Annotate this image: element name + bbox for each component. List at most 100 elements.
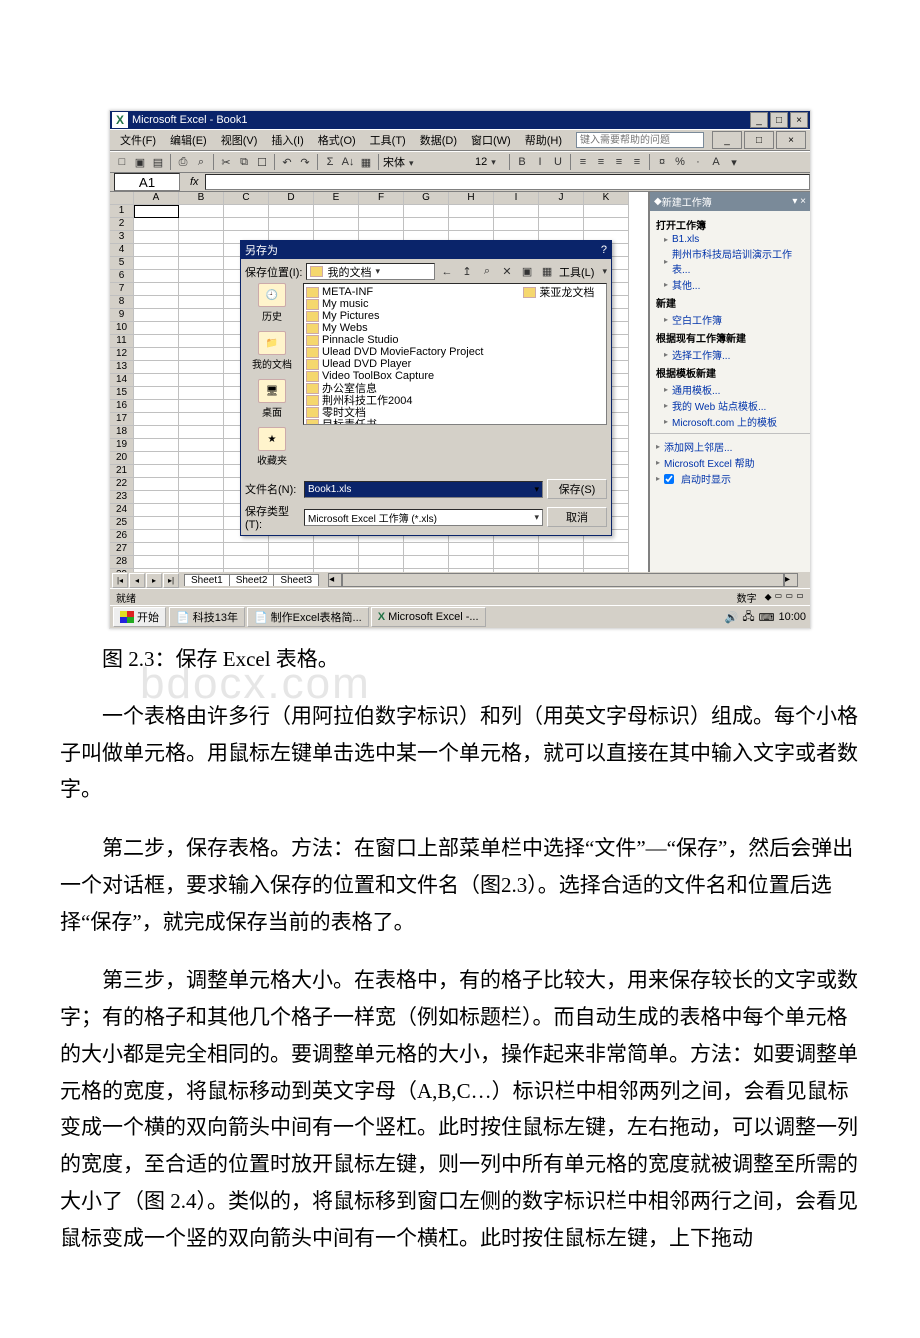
place-history[interactable]: 🕘历史 [245,283,299,323]
cell[interactable] [314,543,359,556]
cell[interactable] [449,556,494,569]
tray-icon[interactable]: ⌨ [759,611,775,624]
show-on-start-checkbox[interactable] [664,474,674,484]
cell[interactable] [224,218,269,231]
file-item[interactable]: My music [306,298,483,310]
formula-input[interactable] [205,174,810,190]
cell[interactable] [179,465,224,478]
row-header[interactable]: 6 [110,270,134,283]
close-button[interactable]: × [790,112,808,128]
cell[interactable] [584,205,629,218]
cell[interactable] [179,270,224,283]
align-left-icon[interactable]: ≡ [575,154,591,170]
sheet-nav-first-icon[interactable]: |◂ [112,573,128,588]
back-icon[interactable]: ← [439,264,455,280]
cell[interactable] [134,374,179,387]
chart-icon[interactable]: ▦ [358,154,374,170]
menu-window[interactable]: 窗口(W) [465,131,517,149]
cell[interactable] [134,517,179,530]
place-desktop[interactable]: 🖥桌面 [245,379,299,419]
cell[interactable] [269,205,314,218]
more-icon[interactable]: ▾ [726,154,742,170]
tp-link[interactable]: 空白工作簿 [664,312,804,327]
cell[interactable] [179,205,224,218]
place-fav[interactable]: ★收藏夹 [245,427,299,467]
filename-input[interactable]: Book1.xls▾ [304,481,543,498]
cell[interactable] [584,543,629,556]
cell[interactable] [359,569,404,572]
column-header[interactable]: J [539,192,584,205]
cell[interactable] [539,543,584,556]
tp-link[interactable]: B1.xls [664,234,804,245]
percent-icon[interactable]: % [672,154,688,170]
cell[interactable] [179,504,224,517]
cell[interactable] [359,543,404,556]
save-button[interactable]: 保存(S) [547,479,607,499]
cell[interactable] [179,569,224,572]
column-header[interactable]: B [179,192,224,205]
cell[interactable] [179,231,224,244]
row-header[interactable]: 13 [110,361,134,374]
filetype-dropdown[interactable]: Microsoft Excel 工作簿 (*.xls)▾ [304,509,543,526]
cell[interactable] [134,218,179,231]
cell[interactable] [134,309,179,322]
tp-link[interactable]: 我的 Web 站点模板... [664,398,804,413]
row-header[interactable]: 1 [110,205,134,218]
print-icon[interactable]: ⎙ [175,154,191,170]
merge-icon[interactable]: ≡ [629,154,645,170]
row-header[interactable]: 12 [110,348,134,361]
column-header[interactable]: E [314,192,359,205]
cell[interactable] [539,569,584,572]
file-item[interactable]: 目标责任书 [306,418,483,425]
taskbar-item[interactable]: 📄制作Excel表格简... [247,607,369,627]
cell[interactable] [179,452,224,465]
undo-icon[interactable]: ↶ [279,154,295,170]
italic-icon[interactable]: I [532,154,548,170]
cell[interactable] [494,205,539,218]
row-header[interactable]: 9 [110,309,134,322]
row-header[interactable]: 29 [110,569,134,572]
tray-icon[interactable]: 🖧 [742,608,754,627]
cell[interactable] [539,218,584,231]
row-header[interactable]: 24 [110,504,134,517]
cell[interactable] [314,205,359,218]
child-close-button[interactable]: × [776,131,806,149]
cell[interactable] [134,361,179,374]
currency-icon[interactable]: ¤ [654,154,670,170]
cell[interactable] [179,218,224,231]
copy-icon[interactable]: ⧉ [236,154,252,170]
font-select[interactable]: 宋体▾ [383,154,473,170]
preview-icon[interactable]: ⌕ [193,154,209,170]
cell[interactable] [179,309,224,322]
sheet-tab[interactable]: Sheet1 [184,574,230,586]
row-header[interactable]: 2 [110,218,134,231]
cell[interactable] [584,569,629,572]
cell[interactable] [404,556,449,569]
tp-foot-link[interactable]: Microsoft Excel 帮助 [656,455,804,470]
cell[interactable] [134,270,179,283]
file-item[interactable]: Pinnacle Studio [306,334,483,346]
sort-icon[interactable]: A↓ [340,154,356,170]
cell[interactable] [314,218,359,231]
menu-edit[interactable]: 编辑(E) [164,131,213,149]
cell[interactable] [494,543,539,556]
row-header[interactable]: 14 [110,374,134,387]
row-header[interactable]: 5 [110,257,134,270]
cell[interactable] [179,387,224,400]
cell[interactable] [134,504,179,517]
child-minimize-button[interactable]: _ [712,131,742,149]
cell[interactable] [134,231,179,244]
redo-icon[interactable]: ↷ [297,154,313,170]
row-header[interactable]: 15 [110,387,134,400]
cell[interactable] [179,530,224,543]
cell[interactable] [494,218,539,231]
cell[interactable] [134,530,179,543]
cell[interactable] [134,296,179,309]
cut-icon[interactable]: ✂ [218,154,234,170]
cell[interactable] [314,569,359,572]
comma-icon[interactable]: · [690,154,706,170]
taskbar-item[interactable]: 📄科技13年 [169,607,245,627]
cell[interactable] [134,322,179,335]
cell[interactable] [584,218,629,231]
align-right-icon[interactable]: ≡ [611,154,627,170]
